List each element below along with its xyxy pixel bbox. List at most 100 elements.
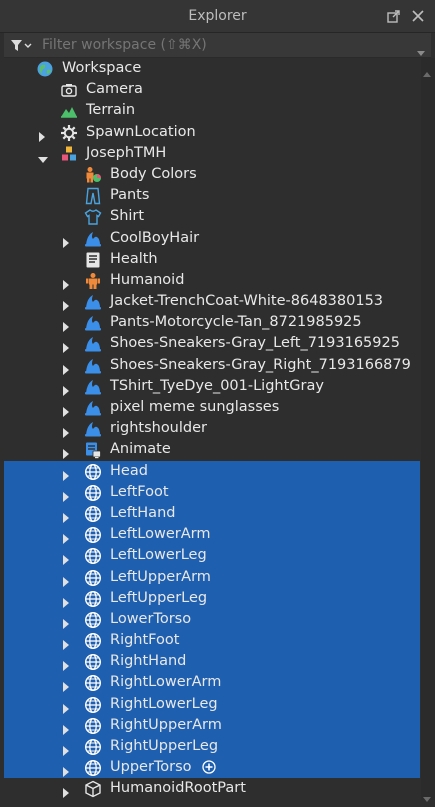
expand-arrow-right-icon[interactable] — [62, 297, 70, 312]
expand-arrow-right-icon[interactable] — [62, 530, 70, 545]
expand-arrow-right-icon[interactable] — [62, 615, 70, 629]
add-object-icon[interactable] — [202, 760, 216, 774]
expand-arrow-right-icon[interactable] — [62, 509, 70, 523]
tree-item-leftlowerleg[interactable]: LeftLowerLeg — [4, 545, 420, 567]
tree-item-pants[interactable]: Pants — [0, 185, 420, 206]
expand-arrow-right-icon[interactable] — [62, 657, 70, 672]
mesh-part-icon — [84, 611, 102, 629]
scrollbar[interactable] — [421, 58, 435, 800]
tree-item-josephtmh[interactable]: JosephTMH — [0, 143, 420, 164]
expand-arrow-right-icon[interactable] — [62, 318, 70, 333]
tree-item-coolboyhair[interactable]: CoolBoyHair — [0, 228, 420, 249]
tree-item-rightupperleg[interactable]: RightUpperLeg — [4, 736, 420, 758]
tree-item-body-colors[interactable]: Body Colors — [0, 164, 420, 185]
tree-item-rightupperarm[interactable]: RightUpperArm — [4, 714, 420, 736]
tree-item-terrain[interactable]: Terrain — [0, 100, 420, 121]
filter-workspace-input[interactable] — [42, 33, 402, 57]
accessory-icon — [84, 357, 102, 375]
tree-item-humanoid[interactable]: Humanoid — [0, 270, 420, 291]
tree-item-workspace[interactable]: Workspace — [0, 58, 420, 79]
expand-arrow-right-icon[interactable] — [62, 678, 70, 693]
expand-arrow-right-icon[interactable] — [62, 700, 70, 714]
tree-item-label: SpawnLocation — [86, 123, 196, 140]
expand-arrow-right-icon[interactable] — [62, 467, 70, 481]
accessory-icon — [84, 335, 102, 353]
tree-item-shoes-sneakers-gray-right-7193166879[interactable]: Shoes-Sneakers-Gray_Right_7193166879 — [0, 355, 420, 376]
tree-item-rightlowerarm[interactable]: RightLowerArm — [4, 672, 420, 694]
expand-arrow-right-icon[interactable] — [62, 445, 70, 460]
expand-arrow-down-icon[interactable] — [38, 150, 48, 163]
expand-arrow-right-icon[interactable] — [62, 551, 70, 566]
expand-arrow-right-icon[interactable] — [62, 382, 70, 396]
tree-item-lefthand[interactable]: LeftHand — [4, 502, 420, 525]
tree-item-pants-motorcycle-tan-8721985925[interactable]: Pants-Motorcycle-Tan_8721985925 — [0, 312, 420, 333]
title-bar: Explorer — [0, 0, 435, 33]
scroll-up-icon[interactable] — [423, 62, 431, 77]
filter-icon[interactable] — [10, 38, 32, 52]
body-colors-icon — [84, 166, 102, 184]
tree-item-tshirt-tyedye-001-lightgray[interactable]: TShirt_TyeDye_001-LightGray — [0, 376, 420, 397]
tree-item-rightlowerleg[interactable]: RightLowerLeg — [4, 693, 420, 715]
tree-item-label: RightUpperArm — [110, 716, 222, 733]
tree-item-label: Jacket-TrenchCoat-White-8648380153 — [110, 293, 384, 310]
workspace-icon — [36, 60, 54, 78]
script-icon — [84, 251, 102, 269]
tree-item-head[interactable]: Head — [4, 460, 420, 482]
tree-item-label: Workspace — [62, 60, 142, 76]
expand-arrow-right-icon[interactable] — [62, 721, 70, 735]
tree-item-righthand[interactable]: RightHand — [4, 651, 420, 673]
tree-item-leftupperleg[interactable]: LeftUpperLeg — [4, 587, 420, 609]
spawn-location-icon — [60, 124, 78, 142]
tree-item-label: RightHand — [110, 653, 187, 670]
tree-item-animate[interactable]: Animate — [0, 439, 420, 460]
expand-arrow-right-icon[interactable] — [62, 594, 70, 608]
tree-item-jacket-trenchcoat-white-8648380153[interactable]: Jacket-TrenchCoat-White-8648380153 — [0, 291, 420, 312]
expand-arrow-right-icon[interactable] — [62, 763, 70, 778]
scroll-down-icon[interactable] — [423, 788, 431, 802]
expand-arrow-right-icon[interactable] — [38, 128, 46, 142]
tree-item-camera[interactable]: Camera — [0, 79, 420, 100]
tree-item-lowertorso[interactable]: LowerTorso — [4, 608, 420, 631]
tree-item-spawnlocation[interactable]: SpawnLocation — [0, 122, 420, 143]
tree-item-label: TShirt_TyeDye_001-LightGray — [110, 377, 324, 394]
tree-item-pixel-meme-sunglasses[interactable]: pixel meme sunglasses — [0, 397, 420, 418]
tree-item-label: Health — [110, 250, 158, 267]
mesh-part-icon — [84, 696, 102, 714]
tree-item-uppertorso[interactable]: UpperTorso — [4, 757, 420, 779]
expand-arrow-right-icon[interactable] — [62, 573, 70, 587]
undock-icon[interactable] — [387, 8, 401, 23]
expand-arrow-right-icon[interactable] — [62, 276, 70, 290]
tree-item-leftupperarm[interactable]: LeftUpperArm — [4, 566, 420, 588]
tree-item-label: pixel meme sunglasses — [110, 399, 280, 415]
chevron-down-icon[interactable] — [417, 42, 425, 56]
expand-arrow-right-icon[interactable] — [62, 403, 70, 417]
expand-arrow-right-icon[interactable] — [62, 234, 70, 248]
mesh-part-icon — [84, 463, 102, 481]
mesh-part-icon — [84, 505, 102, 523]
tree-item-label: LeftHand — [110, 504, 176, 521]
tree-item-label: Terrain — [86, 102, 136, 119]
mesh-part-icon — [84, 590, 102, 608]
expand-arrow-right-icon[interactable] — [62, 636, 70, 651]
expand-arrow-right-icon[interactable] — [62, 742, 70, 756]
expand-arrow-right-icon[interactable] — [62, 784, 70, 799]
close-icon[interactable] — [411, 8, 425, 22]
expand-arrow-right-icon[interactable] — [62, 361, 70, 375]
tree-item-shoes-sneakers-gray-left-7193165925[interactable]: Shoes-Sneakers-Gray_Left_7193165925 — [0, 333, 420, 354]
tree-item-label: LeftLowerLeg — [110, 547, 207, 564]
tree-item-leftfoot[interactable]: LeftFoot — [4, 481, 420, 503]
expand-arrow-right-icon[interactable] — [62, 488, 70, 502]
mesh-part-icon — [84, 632, 102, 650]
tree-item-rightshoulder[interactable]: rightshoulder — [0, 418, 420, 439]
panel-title: Explorer — [188, 8, 247, 24]
expand-arrow-right-icon[interactable] — [62, 424, 70, 439]
mesh-part-icon — [84, 674, 102, 692]
tree-item-leftlowerarm[interactable]: LeftLowerArm — [4, 524, 420, 546]
tree-item-rightfoot[interactable]: RightFoot — [4, 630, 420, 652]
tree-item-shirt[interactable]: Shirt — [0, 206, 420, 227]
tree-item-humanoidrootpart[interactable]: HumanoidRootPart — [0, 778, 420, 799]
expand-arrow-right-icon[interactable] — [62, 339, 70, 354]
model-icon — [60, 145, 78, 163]
accessory-icon — [84, 399, 102, 417]
tree-item-health[interactable]: Health — [0, 249, 420, 270]
